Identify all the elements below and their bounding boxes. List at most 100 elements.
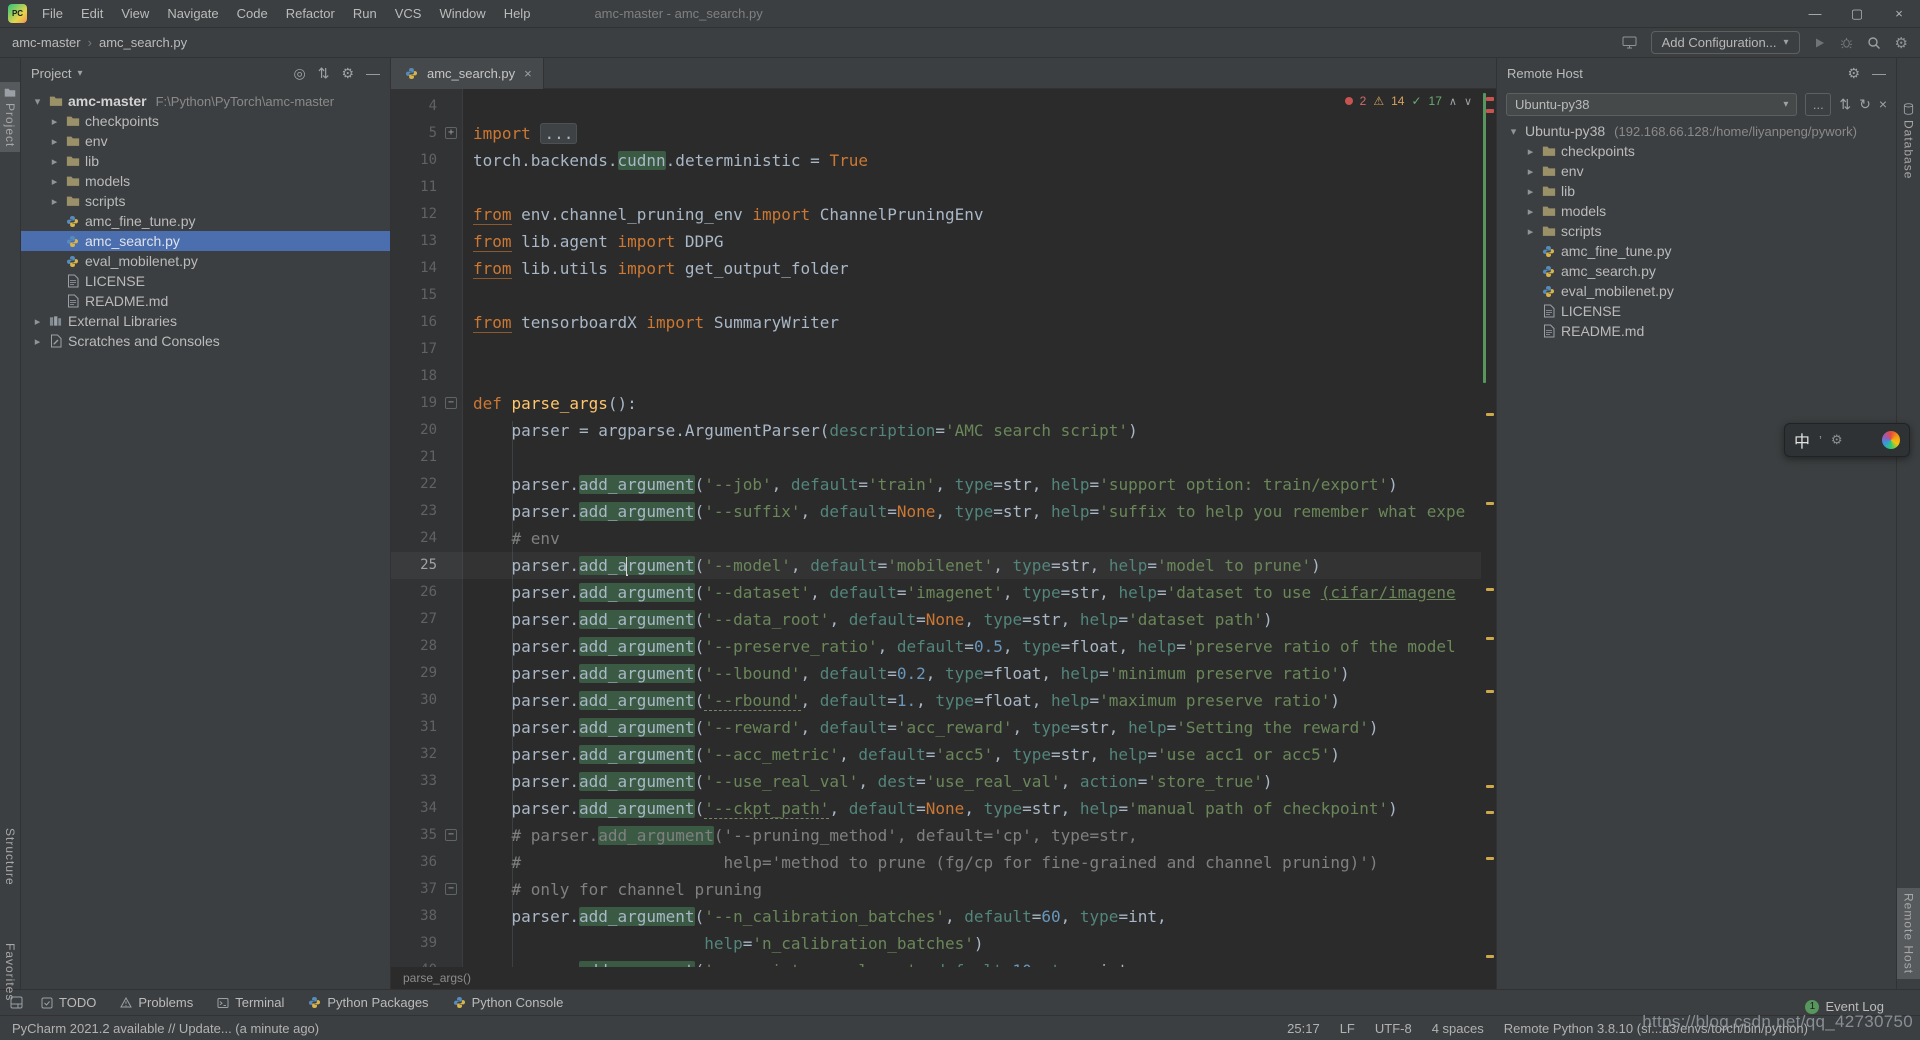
- chevron-down-icon[interactable]: ▾: [29, 95, 46, 108]
- indent-style[interactable]: 4 spaces: [1432, 1021, 1484, 1036]
- prev-issue-icon[interactable]: ∧: [1449, 95, 1457, 108]
- locate-file-icon[interactable]: ◎: [293, 65, 305, 82]
- project-item-scratches-and-consoles[interactable]: ▸Scratches and Consoles: [21, 331, 390, 351]
- tab-amc-search-py[interactable]: amc_search.py ×: [391, 58, 544, 89]
- code-line-26[interactable]: 26 parser.add_argument('--dataset', defa…: [391, 579, 1481, 606]
- chevron-right-icon[interactable]: ▸: [46, 115, 63, 128]
- project-item-env[interactable]: ▸env: [21, 131, 390, 151]
- code-line-40[interactable]: 40 parser.add_argument('--n_points_per_l…: [391, 957, 1481, 967]
- hide-panel-icon[interactable]: ―: [1872, 65, 1886, 82]
- ime-language-indicator[interactable]: 中: [1794, 428, 1810, 452]
- code-line-37[interactable]: 37− # only for channel pruning: [391, 876, 1481, 903]
- code-line-30[interactable]: 30 parser.add_argument('--rbound', defau…: [391, 687, 1481, 714]
- tool-button-project[interactable]: Project: [0, 82, 20, 152]
- chevron-down-icon[interactable]: ▾: [1505, 125, 1522, 138]
- run-icon[interactable]: [1814, 37, 1826, 49]
- code-line-11[interactable]: 11: [391, 174, 1481, 201]
- code-line-35[interactable]: 35− # parser.add_argument('--pruning_met…: [391, 822, 1481, 849]
- chevron-right-icon[interactable]: ▸: [29, 335, 46, 348]
- tool-window-todo[interactable]: TODO: [41, 995, 96, 1010]
- project-item-scripts[interactable]: ▸scripts: [21, 191, 390, 211]
- code-line-21[interactable]: 21: [391, 444, 1481, 471]
- browse-button[interactable]: ...: [1805, 93, 1831, 116]
- code-line-23[interactable]: 23 parser.add_argument('--suffix', defau…: [391, 498, 1481, 525]
- code-line-19[interactable]: 19−def parse_args():: [391, 390, 1481, 417]
- menu-refactor[interactable]: Refactor: [277, 2, 344, 25]
- code-line-13[interactable]: 13from lib.agent import DDPG: [391, 228, 1481, 255]
- menu-run[interactable]: Run: [344, 2, 386, 25]
- project-item-checkpoints[interactable]: ▸checkpoints: [21, 111, 390, 131]
- screen-share-icon[interactable]: [1622, 36, 1637, 49]
- tool-button-structure[interactable]: Structure: [0, 823, 20, 891]
- code-line-32[interactable]: 32 parser.add_argument('--acc_metric', d…: [391, 741, 1481, 768]
- settings-gear-icon[interactable]: ⚙: [1895, 34, 1908, 52]
- chevron-right-icon[interactable]: ▸: [46, 195, 63, 208]
- remote-item-license[interactable]: LICENSE: [1497, 301, 1896, 321]
- chevron-right-icon[interactable]: ▸: [1522, 185, 1539, 198]
- remote-item-readme-md[interactable]: README.md: [1497, 321, 1896, 341]
- search-everywhere-icon[interactable]: [1867, 36, 1881, 50]
- code-line-16[interactable]: 16from tensorboardX import SummaryWriter: [391, 309, 1481, 336]
- chevron-right-icon[interactable]: ▸: [46, 135, 63, 148]
- minimize-icon[interactable]: —: [1794, 0, 1836, 27]
- tool-window-terminal[interactable]: Terminal: [217, 995, 284, 1010]
- code-line-39[interactable]: 39 help='n_calibration_batches'): [391, 930, 1481, 957]
- remote-item-ubuntu-py38[interactable]: ▾Ubuntu-py38(192.168.66.128:/home/liyanp…: [1497, 121, 1896, 141]
- caret-position[interactable]: 25:17: [1287, 1021, 1320, 1036]
- ime-logo-icon[interactable]: [1882, 431, 1900, 449]
- debug-icon[interactable]: [1840, 36, 1853, 49]
- code-line-20[interactable]: 20 parser = argparse.ArgumentParser(desc…: [391, 417, 1481, 444]
- menu-window[interactable]: Window: [430, 2, 494, 25]
- close-tab-icon[interactable]: ×: [524, 66, 532, 81]
- inspections-widget[interactable]: 2 ⚠ 14 ✓ 17 ∧ ∨: [1345, 94, 1472, 108]
- code-line-29[interactable]: 29 parser.add_argument('--lbound', defau…: [391, 660, 1481, 687]
- code-line-25[interactable]: 25 parser.add_argument('--model', defaul…: [391, 552, 1481, 579]
- collapse-all-icon[interactable]: ⇅: [318, 65, 330, 82]
- code-line-22[interactable]: 22 parser.add_argument('--job', default=…: [391, 471, 1481, 498]
- project-panel-title[interactable]: Project: [31, 66, 71, 81]
- remote-item-eval-mobilenet-py[interactable]: eval_mobilenet.py: [1497, 281, 1896, 301]
- fold-collapse-icon[interactable]: −: [445, 829, 457, 841]
- code-line-24[interactable]: 24 # env: [391, 525, 1481, 552]
- encoding[interactable]: UTF-8: [1375, 1021, 1412, 1036]
- server-select[interactable]: Ubuntu-py38 ▾: [1506, 93, 1797, 116]
- project-item-license[interactable]: LICENSE: [21, 271, 390, 291]
- tool-button-remote-host[interactable]: Remote Host: [1897, 888, 1920, 979]
- update-notification[interactable]: PyCharm 2021.2 available // Update... (a…: [12, 1021, 319, 1036]
- chevron-right-icon[interactable]: ▸: [46, 155, 63, 168]
- project-item-eval-mobilenet-py[interactable]: eval_mobilenet.py: [21, 251, 390, 271]
- fold-collapse-icon[interactable]: −: [445, 883, 457, 895]
- tool-window-python-console[interactable]: Python Console: [453, 995, 564, 1010]
- project-item-amc-fine-tune-py[interactable]: amc_fine_tune.py: [21, 211, 390, 231]
- gear-icon[interactable]: ⚙: [1847, 65, 1860, 82]
- error-stripe[interactable]: [1481, 89, 1496, 967]
- gear-icon[interactable]: ⚙: [341, 65, 354, 82]
- remote-item-checkpoints[interactable]: ▸checkpoints: [1497, 141, 1896, 161]
- remote-item-models[interactable]: ▸models: [1497, 201, 1896, 221]
- fold-collapse-icon[interactable]: −: [445, 397, 457, 409]
- fold-expand-icon[interactable]: +: [445, 127, 457, 139]
- project-item-lib[interactable]: ▸lib: [21, 151, 390, 171]
- code-line-31[interactable]: 31 parser.add_argument('--reward', defau…: [391, 714, 1481, 741]
- code-line-14[interactable]: 14from lib.utils import get_output_folde…: [391, 255, 1481, 282]
- menu-edit[interactable]: Edit: [72, 2, 112, 25]
- remote-item-env[interactable]: ▸env: [1497, 161, 1896, 181]
- project-item-amc-search-py[interactable]: amc_search.py: [21, 231, 390, 251]
- menu-view[interactable]: View: [112, 2, 158, 25]
- ime-widget[interactable]: 中 ’ ⚙: [1784, 423, 1910, 457]
- next-issue-icon[interactable]: ∨: [1464, 95, 1472, 108]
- project-item-amc-master[interactable]: ▾amc-masterF:\Python\PyTorch\amc-master: [21, 91, 390, 111]
- code-line-27[interactable]: 27 parser.add_argument('--data_root', de…: [391, 606, 1481, 633]
- remote-item-lib[interactable]: ▸lib: [1497, 181, 1896, 201]
- breadcrumb-file[interactable]: amc_search.py: [99, 35, 187, 50]
- code-line-15[interactable]: 15: [391, 282, 1481, 309]
- hide-panel-icon[interactable]: ―: [366, 65, 380, 82]
- remote-item-amc-fine-tune-py[interactable]: amc_fine_tune.py: [1497, 241, 1896, 261]
- code-editor[interactable]: 45+import ...10torch.backends.cudnn.dete…: [391, 89, 1496, 967]
- menu-code[interactable]: Code: [228, 2, 277, 25]
- chevron-right-icon[interactable]: ▸: [29, 315, 46, 328]
- maximize-icon[interactable]: ▢: [1836, 0, 1878, 27]
- upload-download-icon[interactable]: ⇅: [1839, 96, 1851, 113]
- code-line-17[interactable]: 17: [391, 336, 1481, 363]
- code-line-36[interactable]: 36 # help='method to prune (fg/cp for fi…: [391, 849, 1481, 876]
